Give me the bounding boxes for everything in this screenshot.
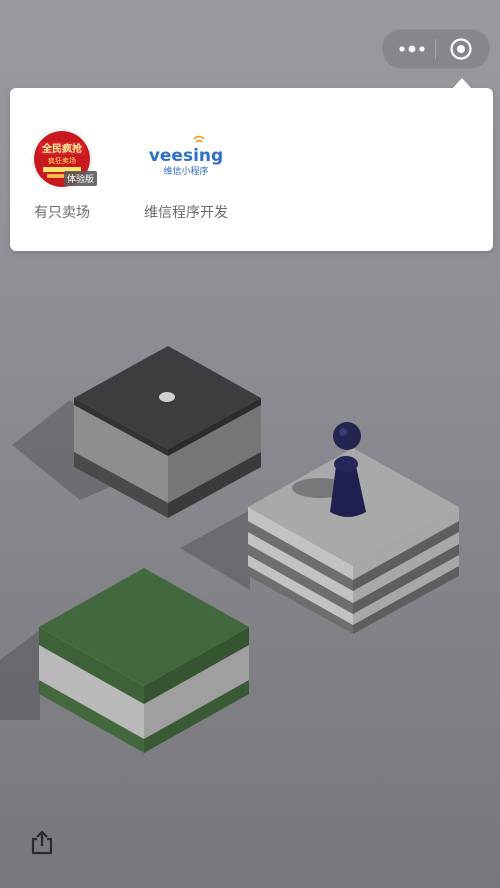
platform-shadow <box>180 510 250 590</box>
capsule-divider <box>435 39 436 59</box>
sale-store-icon: 全民疯抢 疯狂卖场 体验版 <box>31 128 97 190</box>
veesing-logo-icon: veesing 维信小程序 <box>146 128 226 190</box>
platform-shadow <box>0 630 40 720</box>
menu-capsule <box>382 29 490 69</box>
more-dots-icon[interactable] <box>397 41 427 57</box>
veesing-logo-subtext: 维信小程序 <box>163 165 208 177</box>
recent-app-item[interactable]: veesing 维信小程序 维信程序开发 <box>124 128 248 222</box>
sale-store-icon-subtext: 疯狂卖场 <box>48 156 76 165</box>
share-icon[interactable] <box>30 829 54 855</box>
recent-miniprograms-popup: 全民疯抢 疯狂卖场 体验版 有只卖场 veesing 维信小程序 维信程序开发 <box>10 88 493 251</box>
recent-app-item[interactable]: 全民疯抢 疯狂卖场 体验版 有只卖场 <box>22 128 102 222</box>
close-miniprogram-icon[interactable] <box>449 37 473 61</box>
dark-platform <box>74 346 261 518</box>
trial-version-badge: 体验版 <box>63 171 97 186</box>
sale-store-icon-text: 全民疯抢 <box>41 142 83 155</box>
veesing-logo-text: veesing <box>149 146 223 166</box>
recent-app-name: 有只卖场 <box>34 205 90 221</box>
recent-app-name: 维信程序开发 <box>144 205 228 221</box>
target-center-dot <box>159 392 175 402</box>
green-platform <box>39 568 249 753</box>
